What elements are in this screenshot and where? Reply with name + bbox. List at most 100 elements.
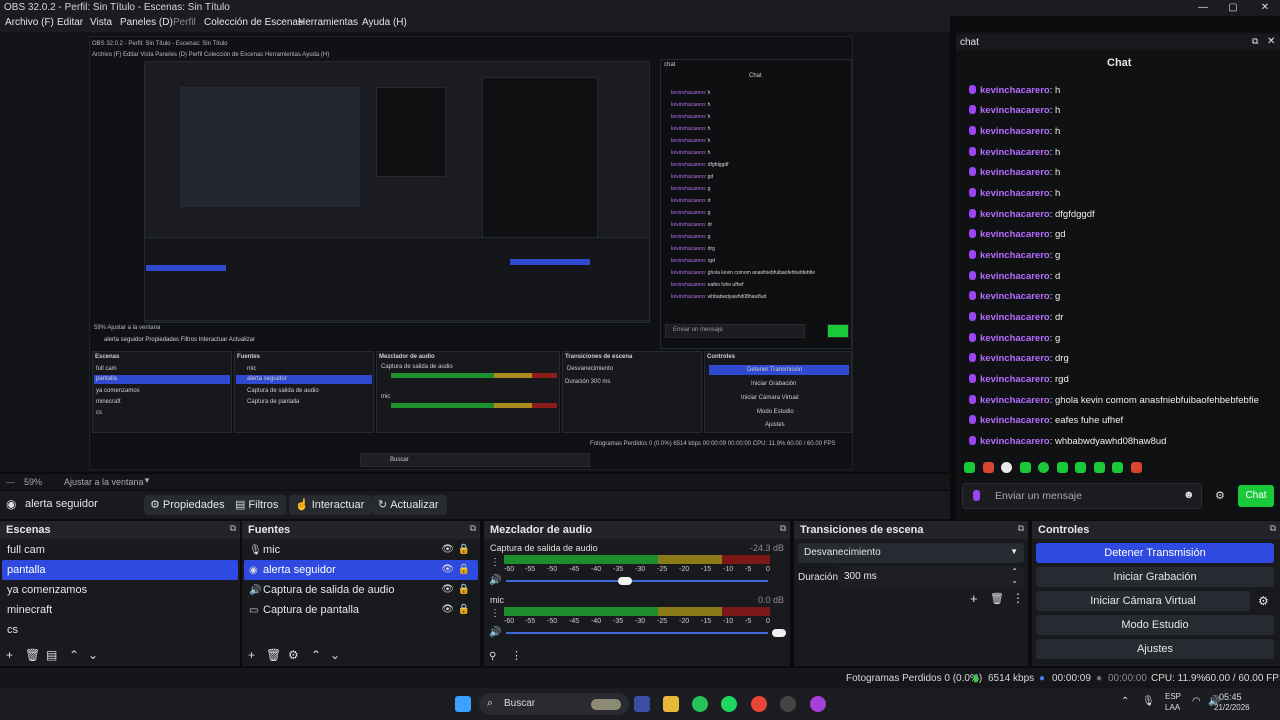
maximize-icon[interactable]: ▢	[1218, 0, 1248, 16]
speaker-icon[interactable]: 🔊	[489, 627, 501, 638]
eye-icon[interactable]: 👁	[441, 560, 454, 580]
language-sub-label[interactable]: LAA	[1165, 703, 1180, 712]
menu-archivo[interactable]: Archivo (F)	[5, 17, 54, 28]
chevron-down-icon[interactable]: ▼	[143, 476, 151, 485]
lock-icon[interactable]: 🔒	[458, 580, 470, 600]
taskbar-search[interactable]: ⌕ Buscar	[479, 693, 629, 715]
settings-button[interactable]: Ajustes	[1036, 639, 1274, 659]
menu-vista[interactable]: Vista	[90, 17, 112, 28]
emote-icon[interactable]	[983, 462, 994, 473]
tray-chevron-icon[interactable]: ⌃	[1121, 696, 1129, 707]
scene-item[interactable]: full cam	[2, 540, 238, 560]
folder-icon[interactable]	[663, 696, 679, 712]
source-item[interactable]: ▭ Captura de pantalla 👁 🔒	[244, 600, 478, 620]
lock-icon[interactable]: 🔒	[458, 560, 470, 580]
language-label[interactable]: ESP	[1165, 692, 1181, 701]
link-icon[interactable]: ⚲	[489, 651, 496, 662]
mic-tray-icon[interactable]: 🎙	[1142, 696, 1155, 707]
popout-icon[interactable]: ⧉	[1018, 523, 1024, 534]
source-item[interactable]: 🎙mic 👁 🔒	[244, 540, 478, 560]
stop-streaming-button[interactable]: Detener Transmisión	[1036, 543, 1274, 563]
menu-editar[interactable]: Editar	[57, 17, 83, 28]
arrow-down-icon[interactable]: ⌄	[330, 648, 340, 662]
transition-select[interactable]: Desvanecimiento ▼	[798, 543, 1024, 563]
emote-icon[interactable]	[1094, 462, 1105, 473]
emote-icon[interactable]	[1057, 462, 1068, 473]
zoom-fit-label[interactable]: Ajustar a la ventana	[64, 477, 144, 487]
emote-icon[interactable]	[1038, 462, 1049, 473]
clock-date[interactable]: 21/2/2026	[1214, 703, 1250, 712]
add-icon[interactable]: +	[6, 648, 13, 662]
arrow-up-icon[interactable]: ⌃	[311, 648, 321, 662]
kebab-icon[interactable]: ⋮	[1012, 591, 1024, 605]
popout-icon[interactable]: ⧉	[470, 523, 476, 534]
eye-icon[interactable]: 👁	[441, 540, 454, 560]
spotify-icon[interactable]	[721, 696, 737, 712]
gear-icon[interactable]: ⚙	[1215, 489, 1225, 502]
filters-button[interactable]: ▤ Filtros	[229, 495, 287, 515]
volume-knob[interactable]	[772, 629, 786, 637]
gear-icon[interactable]: ⚙	[1258, 594, 1269, 608]
menu-paneles[interactable]: Paneles (D)	[120, 17, 173, 28]
close-icon[interactable]: ✕	[1267, 36, 1275, 47]
menu-ayuda[interactable]: Ayuda (H)	[362, 17, 407, 28]
emote-icon[interactable]	[1001, 462, 1012, 473]
eye-icon[interactable]: 👁	[441, 580, 454, 600]
source-item-selected[interactable]: ◉ alerta seguidor 👁 🔒	[244, 560, 478, 580]
start-recording-button[interactable]: Iniciar Grabación	[1036, 567, 1274, 587]
windows-start-icon[interactable]	[455, 696, 471, 712]
emote-icon[interactable]	[1112, 462, 1123, 473]
chrome-icon[interactable]	[751, 696, 767, 712]
interact-button[interactable]: ☝ Interactuar	[289, 495, 373, 515]
trash-icon[interactable]: 🗑	[266, 648, 281, 662]
emote-icon[interactable]	[1131, 462, 1142, 473]
kebab-icon[interactable]: ⋮	[511, 649, 522, 662]
menu-coleccion[interactable]: Colección de Escenas	[204, 17, 303, 28]
chat-send-button[interactable]: Chat	[1238, 485, 1274, 507]
lock-icon[interactable]: 🔒	[458, 540, 470, 560]
popout-icon[interactable]: ⧉	[780, 523, 786, 534]
app-icon[interactable]	[810, 696, 826, 712]
gear-icon[interactable]: ⚙	[288, 648, 299, 662]
chat-input[interactable]: Enviar un mensaje ☻	[962, 483, 1202, 509]
whatsapp-icon[interactable]	[692, 696, 708, 712]
stepper-down-icon[interactable]: ⌄	[1011, 576, 1018, 585]
wifi-icon[interactable]: ◠	[1192, 696, 1201, 707]
arrow-up-icon[interactable]: ⌃	[69, 648, 79, 662]
popout-icon[interactable]: ⧉	[230, 523, 236, 534]
menu-herramientas[interactable]: Herramientas	[298, 17, 358, 28]
scene-item[interactable]: ya comenzamos	[2, 580, 238, 600]
popout-icon[interactable]: ⧉	[1270, 523, 1276, 534]
properties-button[interactable]: ⚙ Propiedades	[144, 495, 233, 515]
refresh-button[interactable]: ↻ Actualizar	[372, 495, 447, 515]
filter-icon[interactable]: ▤	[46, 648, 57, 662]
emote-icon[interactable]	[1020, 462, 1031, 473]
arrow-down-icon[interactable]: ⌄	[88, 648, 98, 662]
emoji-icon[interactable]: ☻	[1183, 489, 1195, 501]
kebab-icon[interactable]: ⋮	[490, 608, 500, 619]
eye-icon[interactable]: 👁	[441, 600, 454, 620]
volume-knob[interactable]	[618, 577, 632, 585]
obs-icon[interactable]	[780, 696, 796, 712]
stepper-up-icon[interactable]: ⌃	[1011, 567, 1018, 576]
clock-time[interactable]: 05:45	[1219, 692, 1242, 702]
emote-icon[interactable]	[964, 462, 975, 473]
studio-mode-button[interactable]: Modo Estudio	[1036, 615, 1274, 635]
menu-perfil[interactable]: Perfil	[173, 17, 196, 28]
popout-icon[interactable]: ⧉	[1252, 36, 1258, 47]
scene-item[interactable]: minecraft	[2, 600, 238, 620]
emote-icon[interactable]	[1075, 462, 1086, 473]
scene-item[interactable]: cs	[2, 620, 238, 640]
volume-slider[interactable]	[506, 632, 768, 634]
source-item[interactable]: 🔊 Captura de salida de audio 👁 🔒	[244, 580, 478, 600]
trash-icon[interactable]: 🗑	[25, 648, 40, 662]
speaker-icon[interactable]: 🔊	[489, 575, 501, 586]
lock-icon[interactable]: 🔒	[458, 600, 470, 620]
scene-item-selected[interactable]: pantalla	[2, 560, 238, 580]
start-virtual-camera-button[interactable]: Iniciar Cámara Virtual	[1036, 591, 1250, 611]
zoom-minus-icon[interactable]: —	[6, 477, 15, 487]
close-icon[interactable]: ✕	[1250, 0, 1280, 16]
add-icon[interactable]: +	[248, 648, 255, 662]
trash-icon[interactable]: 🗑	[990, 592, 1004, 605]
volume-slider[interactable]	[506, 580, 768, 582]
